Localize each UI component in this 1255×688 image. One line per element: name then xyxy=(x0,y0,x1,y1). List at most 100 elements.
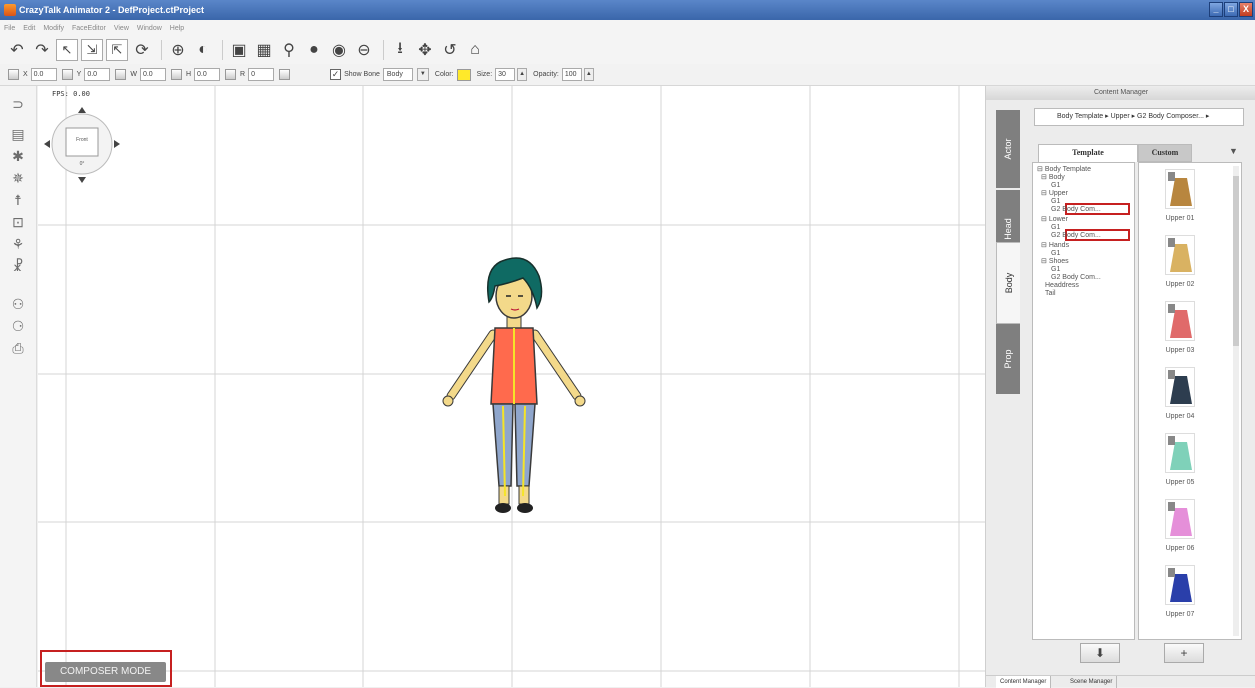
close-button[interactable]: X xyxy=(1239,2,1253,17)
redo-icon[interactable]: ↷ xyxy=(31,39,53,61)
x-input[interactable]: 0.0 xyxy=(30,68,57,81)
position-icon[interactable] xyxy=(8,69,19,80)
tree-item[interactable]: ⊟ Body Template xyxy=(1037,166,1091,174)
render-tool-icon[interactable]: ⚆ xyxy=(7,316,29,336)
add-prop-icon[interactable]: ◐ xyxy=(192,39,214,61)
thumbnail-item[interactable]: Upper 07 xyxy=(1149,565,1209,631)
tree-item[interactable]: Tail xyxy=(1045,290,1056,298)
opacity-spinner-icon[interactable]: ▲ xyxy=(583,68,594,81)
bone-tool-icon[interactable]: ☨ xyxy=(7,190,29,210)
show-bone-checkbox[interactable]: ✓ xyxy=(330,69,342,80)
sprite-icon[interactable]: ● xyxy=(303,39,325,61)
chevron-down-icon[interactable]: ▼ xyxy=(416,68,429,81)
export-tool-icon[interactable]: ⎙ xyxy=(7,338,29,358)
stage-viewport[interactable]: FPS: 0.00 Front 0° COMPOSER MODE xyxy=(38,86,985,687)
collapse-icon[interactable]: ⊃ xyxy=(7,94,29,114)
bone-select-icon[interactable]: ⇱ xyxy=(106,39,128,61)
puppet-icon[interactable]: ⚲ xyxy=(278,39,300,61)
tab-template[interactable]: Template xyxy=(1038,144,1138,162)
tree-item[interactable]: G1 xyxy=(1051,250,1060,258)
tab-custom[interactable]: Custom xyxy=(1138,144,1192,162)
side-tab-body[interactable]: Body xyxy=(996,242,1020,324)
tree-item[interactable]: ⊟ Lower xyxy=(1041,216,1068,224)
tree-toggle-icon[interactable]: ⊟ xyxy=(1037,166,1043,173)
scene-icon[interactable]: ▦ xyxy=(253,39,275,61)
puppet-tool-icon[interactable]: ✵ xyxy=(7,168,29,188)
thumbnail-item[interactable]: Upper 05 xyxy=(1149,433,1209,499)
tree-item[interactable]: ⊟ Shoes xyxy=(1041,258,1069,266)
transform-tool-icon[interactable]: ⚘ xyxy=(7,234,29,254)
move-icon[interactable]: ✥ xyxy=(414,39,436,61)
side-tab-actor[interactable]: Actor xyxy=(996,110,1020,188)
tree-item[interactable]: ⊟ Upper xyxy=(1041,190,1068,198)
stage-tool-icon[interactable]: ▤ xyxy=(7,124,29,144)
thumbnail-item[interactable]: Upper 01 xyxy=(1149,169,1209,235)
camera-navigator[interactable] xyxy=(40,102,124,186)
minimize-button[interactable]: _ xyxy=(1209,2,1223,17)
chevron-down-icon[interactable]: ▼ xyxy=(1229,146,1238,156)
y-icon[interactable] xyxy=(61,69,73,80)
attach-tool-icon[interactable]: ⚇ xyxy=(7,294,29,314)
scrollbar-thumb[interactable] xyxy=(1233,176,1239,346)
menu-view[interactable]: View xyxy=(114,25,129,32)
maximize-button[interactable]: □ xyxy=(1224,2,1238,17)
rotate-back-icon[interactable]: ↺ xyxy=(439,39,461,61)
add-actor-icon[interactable]: ⊕ xyxy=(167,39,189,61)
tree-toggle-icon[interactable]: ⊟ xyxy=(1041,258,1047,265)
h-input[interactable]: 0.0 xyxy=(194,68,221,81)
motion-tool-icon[interactable]: ✱ xyxy=(7,146,29,166)
sprite-tool-icon[interactable]: ⊡ xyxy=(7,212,29,232)
show-bone-select[interactable]: Body xyxy=(382,68,413,81)
rig-tool-icon[interactable]: ☧ xyxy=(7,256,29,276)
mouth-icon[interactable]: ⊖ xyxy=(353,39,375,61)
width-icon[interactable] xyxy=(115,69,127,80)
rotate-icon[interactable]: ⟳ xyxy=(131,39,153,61)
composer-mode-button[interactable]: COMPOSER MODE xyxy=(45,662,166,682)
tab-content-manager[interactable]: Content Manager xyxy=(996,676,1052,688)
tab-scene-manager[interactable]: Scene Manager xyxy=(1066,676,1118,688)
tree-item[interactable]: ⊟ Body xyxy=(1041,174,1065,182)
undo-icon[interactable]: ↶ xyxy=(6,39,28,61)
thumbnail-scrollbar[interactable] xyxy=(1233,166,1239,636)
tree-item[interactable]: G1 xyxy=(1051,198,1060,206)
move-down-icon[interactable]: ⭳ xyxy=(389,39,411,61)
tree-toggle-icon[interactable]: ⊟ xyxy=(1041,174,1047,181)
menu-faceeditor[interactable]: FaceEditor xyxy=(72,25,106,32)
size-input[interactable]: 30 xyxy=(495,68,516,81)
tree-toggle-icon[interactable]: ⊟ xyxy=(1041,216,1047,223)
color-swatch[interactable] xyxy=(456,68,471,81)
tree-item[interactable]: G2 Body Com... xyxy=(1051,274,1101,282)
character-actor[interactable] xyxy=(433,246,593,536)
add-button[interactable]: + xyxy=(1164,643,1204,663)
opacity-input[interactable]: 100 xyxy=(561,68,582,81)
menu-window[interactable]: Window xyxy=(137,25,162,32)
thumbnail-item[interactable]: Upper 02 xyxy=(1149,235,1209,301)
height-icon[interactable] xyxy=(170,69,182,80)
r-input[interactable]: 0 xyxy=(248,68,275,81)
side-tab-prop[interactable]: Prop xyxy=(996,324,1020,394)
y-input[interactable]: 0.0 xyxy=(84,68,111,81)
breadcrumb[interactable]: Body Template ▸ Upper ▸ G2 Body Composer… xyxy=(1034,108,1244,126)
tree-item[interactable]: G1 xyxy=(1051,224,1060,232)
tree-item-selected[interactable]: G2 Body Com... xyxy=(1051,206,1101,214)
menu-file[interactable]: File xyxy=(4,25,15,32)
select-icon[interactable]: ↖ xyxy=(56,39,78,61)
thumbnail-item[interactable]: Upper 04 xyxy=(1149,367,1209,433)
home-icon[interactable]: ⌂ xyxy=(464,39,486,61)
size-spinner-icon[interactable]: ▲ xyxy=(517,68,528,81)
menu-help[interactable]: Help xyxy=(170,25,184,32)
apply-button[interactable]: ⬇ xyxy=(1080,643,1120,663)
w-input[interactable]: 0.0 xyxy=(139,68,166,81)
lock-icon[interactable] xyxy=(279,69,291,80)
menu-edit[interactable]: Edit xyxy=(23,25,35,32)
tree-item[interactable]: Headdress xyxy=(1045,282,1079,290)
thumbnail-item[interactable]: Upper 03 xyxy=(1149,301,1209,367)
tree-item[interactable]: ⊟ Hands xyxy=(1041,242,1069,250)
thumbnail-item[interactable]: Upper 06 xyxy=(1149,499,1209,565)
rotation-icon[interactable] xyxy=(225,69,237,80)
tree-item[interactable]: G1 xyxy=(1051,182,1060,190)
multi-select-icon[interactable]: ⇲ xyxy=(81,39,103,61)
menu-modify[interactable]: Modify xyxy=(43,25,64,32)
tree-toggle-icon[interactable]: ⊟ xyxy=(1041,242,1047,249)
tree-toggle-icon[interactable]: ⊟ xyxy=(1041,190,1047,197)
